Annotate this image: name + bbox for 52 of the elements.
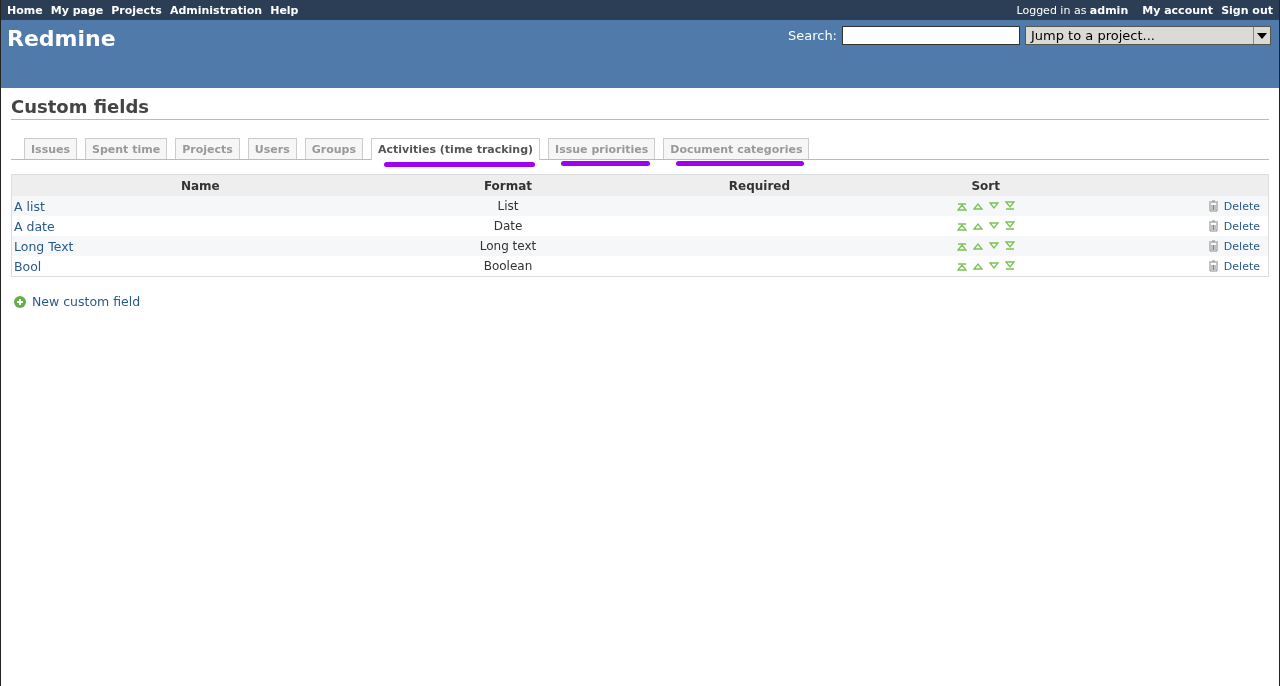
top-menu-link[interactable]: My page [50, 3, 104, 17]
move-up-icon[interactable] [972, 241, 983, 251]
delete-link[interactable]: Delete [1223, 219, 1260, 233]
top-menu-link[interactable]: Help [270, 3, 299, 17]
trash-icon[interactable] [1207, 240, 1219, 252]
field-name-link[interactable]: Bool [14, 258, 42, 274]
move-top-icon[interactable] [956, 201, 967, 211]
move-down-icon[interactable] [988, 221, 999, 231]
page-title: Custom fields [11, 96, 1269, 120]
site-title: Redmine [7, 26, 116, 51]
format-cell: Date [493, 219, 523, 233]
column-header: Name [11, 174, 389, 196]
new-custom-field-link[interactable]: New custom field [32, 294, 141, 309]
trash-icon[interactable] [1207, 220, 1219, 232]
column-header: Format [388, 174, 628, 196]
move-top-icon[interactable] [956, 261, 967, 271]
account-menu-link[interactable]: My account [1142, 3, 1214, 17]
top-menu-link[interactable]: Home [7, 3, 43, 17]
delete-link[interactable]: Delete [1223, 199, 1260, 213]
search-label: Search: [787, 28, 837, 43]
column-header: Sort [891, 174, 1080, 196]
top-menu-link[interactable]: Administration [169, 3, 263, 17]
account-menu-link[interactable]: Sign out [1221, 3, 1273, 17]
move-top-icon[interactable] [956, 221, 967, 231]
move-top-icon[interactable] [956, 241, 967, 251]
move-down-icon[interactable] [988, 241, 999, 251]
trash-icon[interactable] [1207, 200, 1219, 212]
move-bottom-icon[interactable] [1004, 241, 1015, 251]
trash-icon[interactable] [1207, 260, 1219, 272]
field-name-link[interactable]: A date [14, 218, 55, 234]
move-bottom-icon[interactable] [1004, 221, 1015, 231]
caret-icon [1257, 32, 1267, 39]
jump-to-project-dropdown[interactable]: Jump to a project... [1025, 26, 1271, 45]
move-down-icon[interactable] [988, 201, 999, 211]
format-cell: Boolean [483, 259, 533, 273]
column-header: Required [627, 174, 892, 196]
logged-in-text: Logged in as admin [1016, 3, 1129, 17]
move-down-icon[interactable] [988, 261, 999, 271]
field-name-link[interactable]: Long Text [14, 238, 74, 254]
format-cell: List [497, 199, 519, 213]
move-up-icon[interactable] [972, 201, 983, 211]
top-menu-link[interactable]: Projects [111, 3, 162, 17]
delete-link[interactable]: Delete [1223, 259, 1260, 273]
move-bottom-icon[interactable] [1004, 261, 1015, 271]
move-up-icon[interactable] [972, 221, 983, 231]
search-field[interactable] [842, 26, 1020, 45]
move-up-icon[interactable] [972, 261, 983, 271]
delete-link[interactable]: Delete [1223, 239, 1260, 253]
field-name-link[interactable]: A list [14, 198, 45, 214]
add-icon[interactable] [14, 295, 26, 308]
move-bottom-icon[interactable] [1004, 201, 1015, 211]
format-cell: Long text [479, 239, 537, 253]
